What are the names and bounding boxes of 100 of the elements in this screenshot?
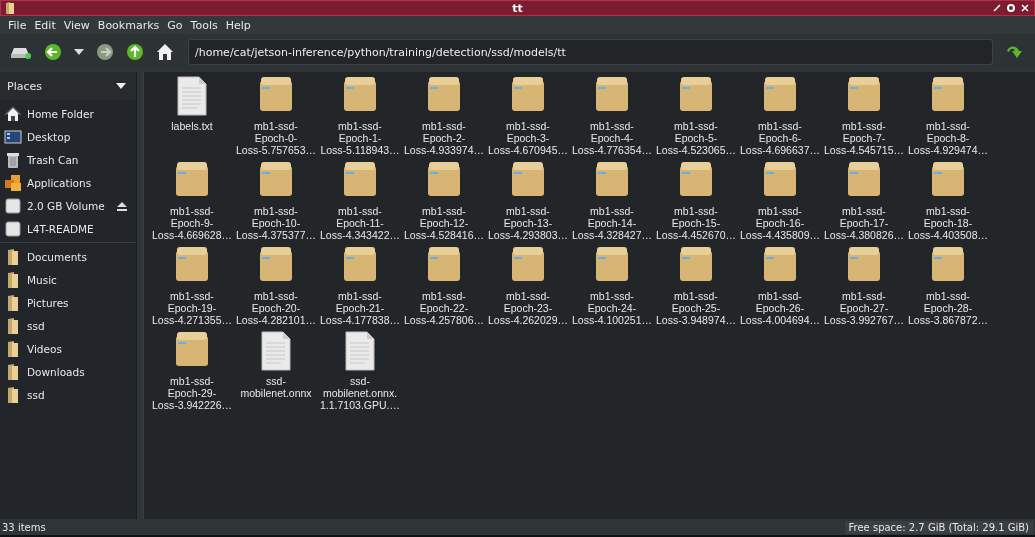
location-field[interactable]: /home/cat/jetson-inference/python/training/detection/ssd/models/tt — [188, 39, 993, 65]
file-name: mb1-ssd- Epoch-11- Loss-4.343422… — [320, 205, 400, 241]
document-icon — [174, 76, 210, 116]
sidebar-title: Places — [7, 79, 42, 93]
file-name: mb1-ssd- Epoch-9- Loss-4.669628… — [152, 205, 232, 241]
file-entry[interactable]: ssd- mobilenet.onnx. 1.1.7103.GPU.… — [318, 331, 402, 416]
file-entry[interactable]: mb1-ssd- Epoch-17- Loss-4.380826… — [822, 161, 906, 246]
file-name: mb1-ssd- Epoch-13- Loss-4.293803… — [488, 205, 568, 241]
file-entry[interactable]: mb1-ssd- Epoch-2- Loss-4.933974… — [402, 76, 486, 161]
caret-icon[interactable] — [116, 83, 126, 89]
file-entry[interactable]: mb1-ssd- Epoch-10- Loss-4.375377… — [234, 161, 318, 246]
maximize-icon[interactable] — [1006, 3, 1016, 13]
minimize-icon[interactable] — [992, 3, 1002, 13]
sidebar-item[interactable]: Pictures — [0, 291, 136, 314]
menu-item[interactable]: File — [4, 16, 31, 34]
file-entry[interactable]: mb1-ssd- Epoch-23- Loss-4.262029… — [486, 246, 570, 331]
file-entry[interactable]: mb1-ssd- Epoch-4- Loss-4.776354… — [570, 76, 654, 161]
file-name: mb1-ssd- Epoch-10- Loss-4.375377… — [236, 205, 316, 241]
menu-item[interactable]: View — [59, 16, 94, 34]
file-entry[interactable]: mb1-ssd- Epoch-11- Loss-4.343422… — [318, 161, 402, 246]
file-entry[interactable]: mb1-ssd- Epoch-9- Loss-4.669628… — [150, 161, 234, 246]
file-name: mb1-ssd- Epoch-19- Loss-4.271355… — [152, 290, 232, 326]
menu-item[interactable]: Bookmarks — [93, 16, 164, 34]
file-entry[interactable]: mb1-ssd- Epoch-5- Loss-4.523065… — [654, 76, 738, 161]
item-count: 33 items — [2, 521, 46, 533]
free-space: Free space: 2.7 GiB (Total: 29.1 GiB) — [844, 520, 1033, 534]
eject-icon[interactable] — [116, 200, 128, 211]
file-entry[interactable]: mb1-ssd- Epoch-24- Loss-4.100251… — [570, 246, 654, 331]
file-name: mb1-ssd- Epoch-2- Loss-4.933974… — [404, 120, 484, 156]
file-name: mb1-ssd- Epoch-6- Loss-4.696637… — [740, 120, 820, 156]
file-name: mb1-ssd- Epoch-0- Loss-5.757653… — [236, 120, 316, 156]
sidebar-item[interactable]: Home Folder — [0, 102, 136, 125]
file-entry[interactable]: mb1-ssd- Epoch-28- Loss-3.867872… — [906, 246, 990, 331]
forward-icon[interactable] — [96, 43, 114, 61]
file-entry[interactable]: mb1-ssd- Epoch-27- Loss-3.992767… — [822, 246, 906, 331]
sidebar-item[interactable]: Videos — [0, 337, 136, 360]
file-entry[interactable]: mb1-ssd- Epoch-16- Loss-4.435809… — [738, 161, 822, 246]
sidebar-item[interactable]: 2.0 GB Volume — [0, 194, 136, 217]
menu-item[interactable]: Edit — [30, 16, 60, 34]
file-entry[interactable]: mb1-ssd- Epoch-15- Loss-4.452670… — [654, 161, 738, 246]
drive-icon — [4, 219, 22, 238]
sidebar-item[interactable]: Documents — [0, 245, 136, 268]
file-entry[interactable]: mb1-ssd- Epoch-21- Loss-4.177838… — [318, 246, 402, 331]
file-name: mb1-ssd- Epoch-17- Loss-4.380826… — [824, 205, 904, 241]
sidebar-item[interactable]: L4T-README — [0, 217, 136, 240]
file-name: mb1-ssd- Epoch-16- Loss-4.435809… — [740, 205, 820, 241]
boxes-icon — [4, 173, 22, 192]
file-name: mb1-ssd- Epoch-20- Loss-4.282101… — [236, 290, 316, 326]
file-entry[interactable]: mb1-ssd- Epoch-0- Loss-5.757653… — [234, 76, 318, 161]
file-name: mb1-ssd- Epoch-7- Loss-4.545715… — [824, 120, 904, 156]
sidebar-item[interactable]: Trash Can — [0, 148, 136, 171]
file-entry[interactable]: ssd- mobilenet.onnx — [234, 331, 318, 416]
file-name: mb1-ssd- Epoch-28- Loss-3.867872… — [908, 290, 988, 326]
sidebar-item[interactable]: Desktop — [0, 125, 136, 148]
file-name: mb1-ssd- Epoch-12- Loss-4.528416… — [404, 205, 484, 241]
file-entry[interactable]: mb1-ssd- Epoch-1- Loss-5.118943… — [318, 76, 402, 161]
file-entry[interactable]: mb1-ssd- Epoch-3- Loss-4.670945… — [486, 76, 570, 161]
file-entry[interactable]: mb1-ssd- Epoch-13- Loss-4.293803… — [486, 161, 570, 246]
file-name: mb1-ssd- Epoch-1- Loss-5.118943… — [320, 120, 400, 156]
back-icon[interactable] — [44, 43, 62, 61]
file-entry[interactable]: mb1-ssd- Epoch-25- Loss-3.948974… — [654, 246, 738, 331]
file-entry[interactable]: mb1-ssd- Epoch-18- Loss-4.403508… — [906, 161, 990, 246]
file-name: mb1-ssd- Epoch-23- Loss-4.262029… — [488, 290, 568, 326]
file-entry[interactable]: mb1-ssd- Epoch-19- Loss-4.271355… — [150, 246, 234, 331]
file-entry[interactable]: mb1-ssd- Epoch-7- Loss-4.545715… — [822, 76, 906, 161]
document-icon — [342, 331, 378, 371]
file-name: mb1-ssd- Epoch-3- Loss-4.670945… — [488, 120, 568, 156]
menu-item[interactable]: Tools — [186, 16, 222, 34]
home-icon[interactable] — [156, 43, 174, 61]
sidebar-item[interactable]: ssd — [0, 383, 136, 406]
file-entry[interactable]: mb1-ssd- Epoch-26- Loss-4.004694… — [738, 246, 822, 331]
file-name: mb1-ssd- Epoch-25- Loss-3.948974… — [656, 290, 736, 326]
file-entry[interactable]: mb1-ssd- Epoch-8- Loss-4.929474… — [906, 76, 990, 161]
file-name: mb1-ssd- Epoch-4- Loss-4.776354… — [572, 120, 652, 156]
file-entry[interactable]: mb1-ssd- Epoch-14- Loss-4.328427… — [570, 161, 654, 246]
file-name: labels.txt — [171, 120, 213, 132]
trash-icon — [4, 150, 22, 169]
file-name: mb1-ssd- Epoch-15- Loss-4.452670… — [656, 205, 736, 241]
file-entry[interactable]: labels.txt — [150, 76, 234, 161]
file-name: ssd- mobilenet.onnx — [240, 375, 312, 399]
file-name: mb1-ssd- Epoch-14- Loss-4.328427… — [572, 205, 652, 241]
file-entry[interactable]: mb1-ssd- Epoch-22- Loss-4.257806… — [402, 246, 486, 331]
menu-item[interactable]: Go — [163, 16, 187, 34]
up-icon[interactable] — [126, 43, 144, 61]
file-entry[interactable]: mb1-ssd- Epoch-6- Loss-4.696637… — [738, 76, 822, 161]
file-entry[interactable]: mb1-ssd- Epoch-29- Loss-3.942226… — [150, 331, 234, 416]
file-entry[interactable]: mb1-ssd- Epoch-12- Loss-4.528416… — [402, 161, 486, 246]
file-entry[interactable]: mb1-ssd- Epoch-20- Loss-4.282101… — [234, 246, 318, 331]
caret-icon[interactable] — [74, 49, 84, 55]
file-name: mb1-ssd- Epoch-18- Loss-4.403508… — [908, 205, 988, 241]
close-icon[interactable] — [1020, 3, 1030, 13]
sidebar-item[interactable]: Music — [0, 268, 136, 291]
sidebar-item[interactable]: ssd — [0, 314, 136, 337]
menu-item[interactable]: Help — [221, 16, 255, 34]
file-name: mb1-ssd- Epoch-21- Loss-4.177838… — [320, 290, 400, 326]
sidebar-item[interactable]: Applications — [0, 171, 136, 194]
file-name: mb1-ssd- Epoch-22- Loss-4.257806… — [404, 290, 484, 326]
home-icon — [4, 104, 22, 123]
file-name: mb1-ssd- Epoch-29- Loss-3.942226… — [152, 375, 232, 411]
sidebar-item[interactable]: Downloads — [0, 360, 136, 383]
